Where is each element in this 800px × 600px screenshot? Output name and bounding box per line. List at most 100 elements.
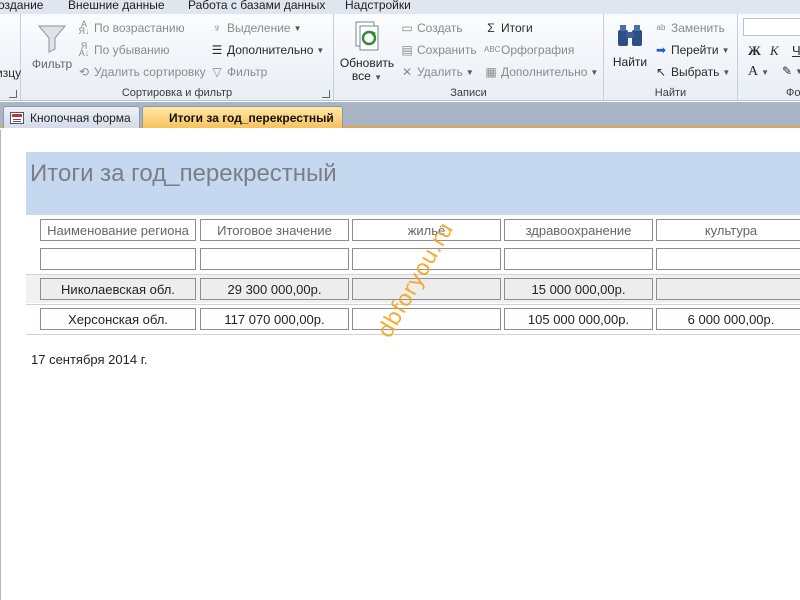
- replace-icon: ab: [656, 23, 666, 32]
- underline-icon: Ч: [792, 43, 800, 58]
- filter-funnel-icon: [37, 25, 67, 53]
- more-records-dropdown[interactable]: ▦ Дополнительно ▼: [484, 65, 598, 79]
- culture-cell: 6 000 000,00р.: [656, 308, 800, 330]
- refresh-label-line2: все: [351, 69, 371, 83]
- report-title: Итоги за год_перекрестный: [30, 160, 337, 187]
- font-name-combo[interactable]: [743, 18, 800, 36]
- highlight-icon: ✎: [782, 64, 793, 78]
- doc-tab-label: Итоги за год_перекрестный: [169, 110, 334, 125]
- chevron-down-icon: ▼: [795, 67, 800, 76]
- toggle-filter-icon: ▽: [212, 65, 222, 79]
- empty-cell: [504, 248, 653, 270]
- empty-cell: [656, 248, 800, 270]
- doc-tab-report[interactable]: Итоги за год_перекрестный: [142, 106, 343, 254]
- binoculars-icon: [618, 25, 642, 46]
- healthcare-cell: 105 000 000,00р.: [504, 308, 653, 330]
- selection-filter-icon: ♆: [212, 21, 222, 35]
- report-header-band: Итоги за год_перекрестный: [26, 152, 800, 215]
- sort-descending-label: По убыванию: [94, 43, 170, 57]
- save-record-button[interactable]: ▤ Сохранить: [400, 43, 476, 57]
- divider: [26, 334, 800, 335]
- chevron-down-icon: ▼: [590, 67, 599, 77]
- italic-icon: К: [770, 43, 779, 58]
- save-record-icon: ▤: [401, 43, 413, 57]
- find-group-label: Найти: [654, 87, 687, 99]
- toggle-filter-label: Фильтр: [227, 65, 268, 79]
- tab-create[interactable]: оздание: [0, 0, 43, 12]
- chevron-down-icon: ▼: [722, 67, 731, 77]
- new-record-button[interactable]: ▭ Создать: [400, 21, 462, 35]
- column-header-region: Наименование региона: [40, 219, 196, 241]
- replace-button[interactable]: ab Заменить: [654, 21, 725, 35]
- chevron-down-icon: ▼: [465, 67, 474, 77]
- delete-x-icon: ✕: [401, 65, 413, 79]
- find-button[interactable]: Найти: [610, 22, 650, 69]
- tab-database-tools[interactable]: Работа с базами данных: [188, 0, 325, 12]
- sigma-icon: Σ: [487, 21, 495, 35]
- ribbon-group-text-format-partial: Ж К Ч A ▼ ✎ ▼ Фо: [738, 14, 800, 100]
- goto-label: Перейти: [671, 43, 719, 57]
- advanced-filter-label: Дополнительно: [227, 43, 314, 57]
- sort-descending-button[interactable]: Я А↓ По убыванию: [77, 41, 170, 58]
- font-color-button[interactable]: A ▼: [748, 64, 769, 80]
- refresh-all-button[interactable]: Обновить все ▼: [336, 20, 398, 84]
- remove-sort-button[interactable]: ⟲ Удалить сортировку: [77, 65, 206, 79]
- more-records-label: Дополнительно: [501, 65, 588, 79]
- doc-tab-switchboard[interactable]: Кнопочная форма: [3, 106, 140, 128]
- ribbon-tab-strip: оздание Внешние данные Работа с базами д…: [0, 0, 800, 14]
- replace-label: Заменить: [671, 21, 725, 35]
- ribbon-group-records: Обновить все ▼ ▭ Создать ▤ Сохранить ✕ У…: [334, 14, 604, 100]
- totals-button[interactable]: Σ Итоги: [484, 21, 533, 35]
- font-color-icon: A: [748, 64, 759, 79]
- select-dropdown[interactable]: ↖ Выбрать ▼: [654, 65, 730, 79]
- chevron-down-icon: ▼: [374, 73, 383, 82]
- toggle-filter-button[interactable]: ▽ Фильтр: [210, 65, 267, 79]
- healthcare-cell: 15 000 000,00р.: [504, 278, 653, 300]
- underline-button[interactable]: Ч: [792, 43, 800, 58]
- grid-icon: ▦: [485, 65, 497, 79]
- region-cell: Николаевская обл.: [40, 278, 196, 300]
- group-launcher-icon[interactable]: [322, 90, 330, 98]
- partial-label[interactable]: изцу: [0, 66, 21, 80]
- highlight-button[interactable]: ✎ ▼: [782, 64, 800, 78]
- chevron-down-icon: ▼: [293, 23, 302, 33]
- spelling-icon: ABC: [484, 45, 501, 54]
- advanced-filter-icon: ☰: [211, 43, 223, 57]
- filter-button[interactable]: Фильтр: [29, 22, 75, 71]
- tab-external-data[interactable]: Внешние данные: [68, 0, 165, 12]
- spelling-label: Орфография: [501, 43, 575, 57]
- bold-button[interactable]: Ж: [748, 43, 761, 59]
- chevron-down-icon: ▼: [316, 45, 325, 55]
- form-icon: [10, 111, 24, 124]
- delete-record-button[interactable]: ✕ Удалить ▼: [400, 65, 474, 79]
- ribbon: изцу Фильтр АЯ↓ По возрастанию ЯА↓ По уб…: [0, 14, 800, 101]
- culture-cell: [656, 278, 800, 300]
- chevron-down-icon: ▼: [721, 45, 730, 55]
- spelling-button[interactable]: ABC Орфография: [484, 43, 574, 57]
- italic-button[interactable]: К: [770, 43, 779, 59]
- chevron-down-icon: ▼: [761, 67, 770, 77]
- refresh-label-line2-wrap: все ▼: [336, 70, 398, 84]
- goto-dropdown[interactable]: ➡ Перейти ▼: [654, 43, 730, 57]
- totals-label: Итоги: [501, 21, 533, 35]
- selection-dropdown[interactable]: ♆ Выделение ▼: [210, 21, 302, 35]
- region-cell: Херсонская обл.: [40, 308, 196, 330]
- arrow-right-icon: ➡: [655, 43, 667, 57]
- advanced-filter-dropdown[interactable]: ☰ Дополнительно ▼: [210, 43, 325, 57]
- doc-tab-label: Кнопочная форма: [30, 110, 131, 125]
- column-header-healthcare: здравоохранение: [504, 219, 653, 241]
- remove-sort-icon: ⟲: [78, 65, 90, 79]
- sort-ascending-icon: А Я↓: [78, 19, 90, 36]
- refresh-all-icon: [355, 21, 379, 51]
- empty-cell: [200, 248, 349, 270]
- sort-descending-icon: Я А↓: [78, 41, 90, 58]
- empty-cell: [40, 248, 196, 270]
- find-label: Найти: [612, 55, 648, 69]
- sort-ascending-label: По возрастанию: [94, 21, 185, 35]
- column-header-culture: культура: [656, 219, 800, 241]
- sort-ascending-button[interactable]: А Я↓ По возрастанию: [77, 19, 185, 36]
- select-label: Выбрать: [671, 65, 720, 79]
- report-date: 17 сентября 2014 г.: [31, 352, 148, 367]
- group-launcher-icon[interactable]: [9, 90, 17, 98]
- tab-add-ins[interactable]: Надстройки: [345, 0, 411, 12]
